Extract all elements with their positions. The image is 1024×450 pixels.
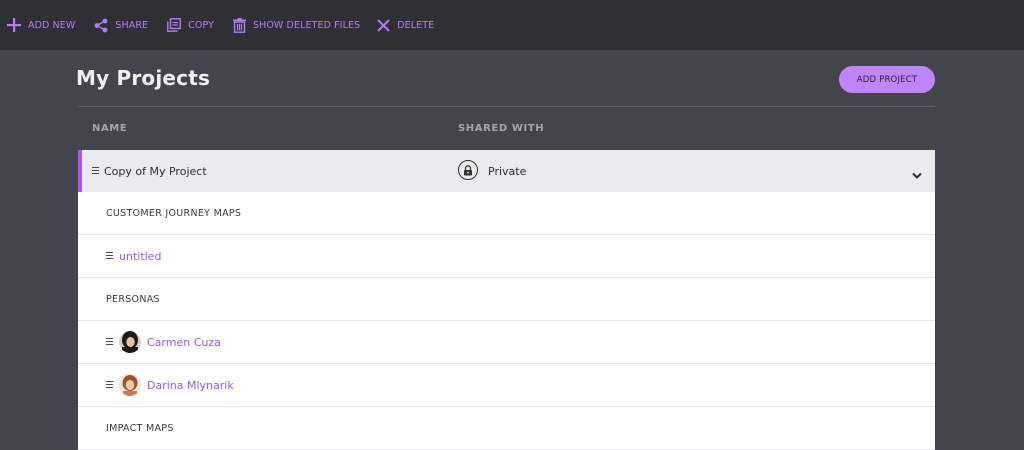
- close-icon: [377, 18, 390, 32]
- drag-handle-icon[interactable]: [106, 381, 113, 389]
- section-header: IMPACT MAPS: [78, 407, 935, 450]
- section-label: CUSTOMER JOURNEY MAPS: [106, 207, 242, 219]
- page-title: My Projects: [76, 66, 211, 90]
- drag-handle-icon[interactable]: [92, 167, 99, 175]
- delete-label: DELETE: [397, 19, 435, 31]
- toolbar: ADD NEW SHARE COPY SHOW DELETED FILES DE…: [0, 0, 1024, 50]
- item-link[interactable]: Carmen Cuza: [147, 336, 221, 349]
- avatar: [119, 374, 141, 396]
- column-header-name[interactable]: NAME: [92, 123, 127, 134]
- item-link[interactable]: untitled: [119, 250, 161, 263]
- list-item[interactable]: untitled: [78, 235, 935, 278]
- project-list: Copy of My Project Private CUSTOMER JOUR…: [78, 150, 935, 450]
- add-new-label: ADD NEW: [28, 19, 76, 31]
- show-deleted-files-button[interactable]: SHOW DELETED FILES: [232, 0, 361, 50]
- copy-label: COPY: [188, 19, 214, 31]
- add-project-button[interactable]: ADD PROJECT: [839, 66, 935, 93]
- list-item[interactable]: Carmen Cuza: [78, 321, 935, 364]
- copy-button[interactable]: COPY: [167, 0, 214, 50]
- trash-icon: [232, 17, 246, 33]
- add-new-button[interactable]: ADD NEW: [7, 0, 75, 50]
- drag-handle-icon[interactable]: [106, 252, 113, 260]
- section-header: PERSONAS: [78, 278, 935, 321]
- share-icon: [94, 18, 108, 33]
- chevron-down-icon[interactable]: [912, 165, 922, 184]
- project-row[interactable]: Copy of My Project Private: [78, 150, 935, 192]
- copy-icon: [167, 18, 182, 32]
- project-name[interactable]: Copy of My Project: [104, 165, 207, 178]
- lock-icon: [458, 160, 478, 180]
- list-item[interactable]: Darina Mlynarik: [78, 364, 935, 407]
- plus-icon: [7, 18, 21, 32]
- share-button[interactable]: SHARE: [94, 0, 148, 50]
- sharing-status: Private: [488, 165, 527, 178]
- section-label: PERSONAS: [106, 293, 160, 305]
- divider: [78, 106, 935, 107]
- item-link[interactable]: Darina Mlynarik: [147, 379, 234, 392]
- avatar: [119, 331, 141, 353]
- delete-button[interactable]: DELETE: [377, 0, 434, 50]
- column-header-shared-with[interactable]: SHARED WITH: [458, 123, 544, 134]
- section-header: CUSTOMER JOURNEY MAPS: [78, 192, 935, 235]
- show-deleted-files-label: SHOW DELETED FILES: [252, 19, 361, 31]
- share-label: SHARE: [115, 19, 149, 31]
- drag-handle-icon[interactable]: [106, 338, 113, 346]
- section-label: IMPACT MAPS: [106, 422, 174, 434]
